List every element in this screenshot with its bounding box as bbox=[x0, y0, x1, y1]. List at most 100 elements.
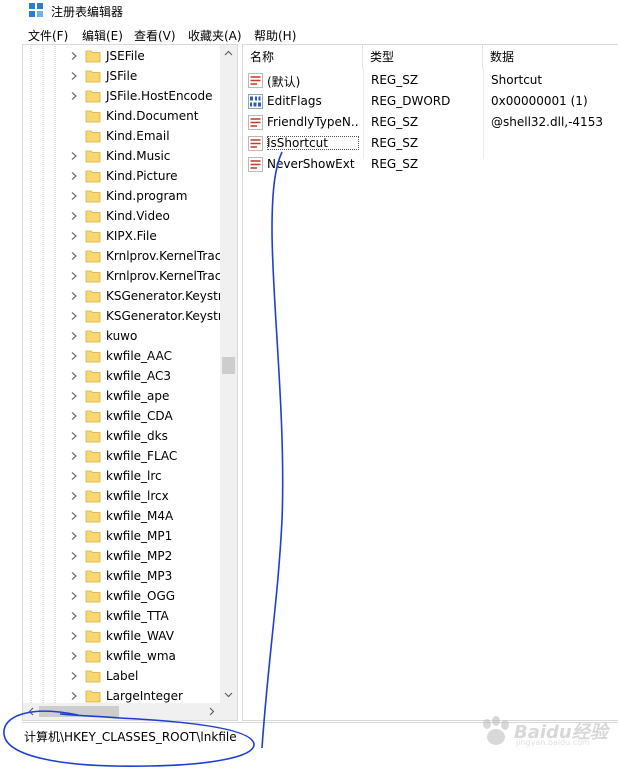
tree-item[interactable]: kwfile_dks bbox=[23, 426, 221, 446]
tree-item[interactable]: kwfile_TTA bbox=[23, 606, 221, 626]
value-row[interactable]: (默认) REG_SZ Shortcut bbox=[243, 70, 618, 91]
chevron-right-icon[interactable] bbox=[69, 291, 79, 301]
tree-guide-lines bbox=[30, 446, 56, 466]
menu-help[interactable]: 帮助(H) bbox=[254, 27, 296, 44]
scroll-thumb[interactable] bbox=[222, 357, 235, 374]
column-header-name[interactable]: 名称 bbox=[243, 45, 363, 69]
tree-item[interactable]: Krnlprov.KernelTrac bbox=[23, 266, 221, 286]
tree-item[interactable]: kuwo bbox=[23, 326, 221, 346]
menu-file[interactable]: 文件(F) bbox=[28, 27, 68, 44]
tree-item[interactable]: kwfile_MP2 bbox=[23, 546, 221, 566]
value-row[interactable]: EditFlags REG_DWORD 0x00000001 (1) bbox=[243, 91, 618, 112]
folder-icon bbox=[85, 110, 101, 123]
menu-edit[interactable]: 编辑(E) bbox=[82, 27, 123, 44]
folder-icon bbox=[85, 190, 101, 203]
chevron-right-icon[interactable] bbox=[69, 411, 79, 421]
tree-item[interactable]: JSFile.HostEncode bbox=[23, 86, 221, 106]
scroll-up-icon[interactable] bbox=[223, 48, 234, 59]
tree-item[interactable]: kwfile_FLAC bbox=[23, 446, 221, 466]
tree-item[interactable]: kwfile_MP1 bbox=[23, 526, 221, 546]
chevron-right-icon[interactable] bbox=[69, 431, 79, 441]
chevron-right-icon[interactable] bbox=[69, 271, 79, 281]
chevron-right-icon[interactable] bbox=[69, 171, 79, 181]
chevron-right-icon[interactable] bbox=[69, 251, 79, 261]
tree-item[interactable]: kwfile_ape bbox=[23, 386, 221, 406]
chevron-right-icon[interactable] bbox=[69, 151, 79, 161]
tree-guide-lines bbox=[30, 366, 56, 386]
registry-tree[interactable]: JSEFile JSFile JSFile.HostEncode Kind.Docum… bbox=[22, 44, 238, 721]
tree-item[interactable]: Kind.Document bbox=[23, 106, 221, 126]
tree-item[interactable]: Kind.Picture bbox=[23, 166, 221, 186]
chevron-right-icon[interactable] bbox=[69, 371, 79, 381]
tree-item-label: LargeInteger bbox=[106, 689, 183, 703]
string-value-icon bbox=[248, 157, 263, 172]
tree-vertical-scrollbar[interactable] bbox=[220, 45, 237, 703]
chevron-right-icon[interactable] bbox=[69, 351, 79, 361]
tree-item[interactable]: JSEFile bbox=[23, 46, 221, 66]
tree-item[interactable]: Kind.Email bbox=[23, 126, 221, 146]
tree-item[interactable]: kwfile_AC3 bbox=[23, 366, 221, 386]
tree-item[interactable]: Krnlprov.KernelTrac bbox=[23, 246, 221, 266]
chevron-right-icon[interactable] bbox=[69, 191, 79, 201]
chevron-right-icon[interactable] bbox=[69, 491, 79, 501]
chevron-right-icon[interactable] bbox=[69, 691, 79, 701]
tree-item[interactable]: kwfile_MP3 bbox=[23, 566, 221, 586]
tree-item-label: JSFile bbox=[106, 69, 138, 83]
chevron-right-icon[interactable] bbox=[69, 531, 79, 541]
tree-item[interactable]: kwfile_lrcx bbox=[23, 486, 221, 506]
chevron-right-icon[interactable] bbox=[69, 511, 79, 521]
tree-guide-lines bbox=[30, 86, 56, 106]
tree-item[interactable]: KIPX.File bbox=[23, 226, 221, 246]
tree-item[interactable]: kwfile_M4A bbox=[23, 506, 221, 526]
tree-item[interactable]: kwfile_AAC bbox=[23, 346, 221, 366]
tree-item-label: kuwo bbox=[106, 329, 138, 343]
menu-favorites[interactable]: 收藏夹(A) bbox=[188, 27, 242, 44]
column-header-type[interactable]: 类型 bbox=[363, 45, 483, 69]
column-header-data[interactable]: 数据 bbox=[483, 45, 618, 69]
tree-item[interactable]: JSFile bbox=[23, 66, 221, 86]
chevron-right-icon[interactable] bbox=[69, 391, 79, 401]
chevron-right-icon[interactable] bbox=[69, 471, 79, 481]
tree-item-label: Kind.Document bbox=[106, 109, 199, 123]
chevron-right-icon[interactable] bbox=[69, 91, 79, 101]
menu-view[interactable]: 查看(V) bbox=[134, 27, 176, 44]
chevron-right-icon[interactable] bbox=[69, 571, 79, 581]
folder-icon bbox=[85, 610, 101, 623]
horizontal-scroll-thumb[interactable] bbox=[39, 706, 119, 717]
tree-item[interactable]: kwfile_CDA bbox=[23, 406, 221, 426]
chevron-right-icon[interactable] bbox=[69, 211, 79, 221]
folder-icon bbox=[85, 330, 101, 343]
chevron-right-icon[interactable] bbox=[69, 51, 79, 61]
tree-item[interactable]: kwfile_OGG bbox=[23, 586, 221, 606]
tree-item-label: Kind.Music bbox=[106, 149, 171, 163]
chevron-right-icon[interactable] bbox=[69, 551, 79, 561]
chevron-right-icon[interactable] bbox=[69, 331, 79, 341]
tree-item[interactable]: Kind.Music bbox=[23, 146, 221, 166]
chevron-right-icon[interactable] bbox=[69, 591, 79, 601]
scroll-right-icon[interactable] bbox=[206, 706, 217, 717]
tree-item[interactable]: kwfile_lrc bbox=[23, 466, 221, 486]
scroll-down-icon[interactable] bbox=[223, 689, 234, 700]
scroll-left-icon[interactable] bbox=[26, 706, 37, 717]
tree-item[interactable]: Kind.program bbox=[23, 186, 221, 206]
chevron-right-icon[interactable] bbox=[69, 311, 79, 321]
chevron-right-icon[interactable] bbox=[69, 451, 79, 461]
tree-horizontal-scrollbar[interactable] bbox=[23, 703, 237, 720]
tree-item[interactable]: KSGenerator.Keystr bbox=[23, 306, 223, 326]
chevron-right-icon[interactable] bbox=[69, 231, 79, 241]
value-row[interactable]: IsShortcut REG_SZ bbox=[243, 133, 618, 154]
value-list[interactable]: 名称 类型 数据 (默认) REG_SZ Shortcut EditFlags REG_… bbox=[242, 44, 618, 721]
tree-item[interactable]: Kind.Video bbox=[23, 206, 221, 226]
value-row[interactable]: FriendlyTypeN... REG_SZ @shell32.dll,-4153 bbox=[243, 112, 618, 133]
tree-item[interactable]: Label bbox=[23, 666, 221, 686]
chevron-right-icon[interactable] bbox=[69, 671, 79, 681]
tree-item[interactable]: kwfile_wma bbox=[23, 646, 221, 666]
tree-item[interactable]: kwfile_WAV bbox=[23, 626, 221, 646]
chevron-right-icon[interactable] bbox=[69, 611, 79, 621]
tree-item-label: kwfile_MP1 bbox=[106, 529, 173, 543]
value-row[interactable]: NeverShowExt REG_SZ bbox=[243, 154, 618, 175]
chevron-right-icon[interactable] bbox=[69, 631, 79, 641]
chevron-right-icon[interactable] bbox=[69, 71, 79, 81]
chevron-right-icon[interactable] bbox=[69, 651, 79, 661]
tree-item[interactable]: KSGenerator.Keystr bbox=[23, 286, 223, 306]
